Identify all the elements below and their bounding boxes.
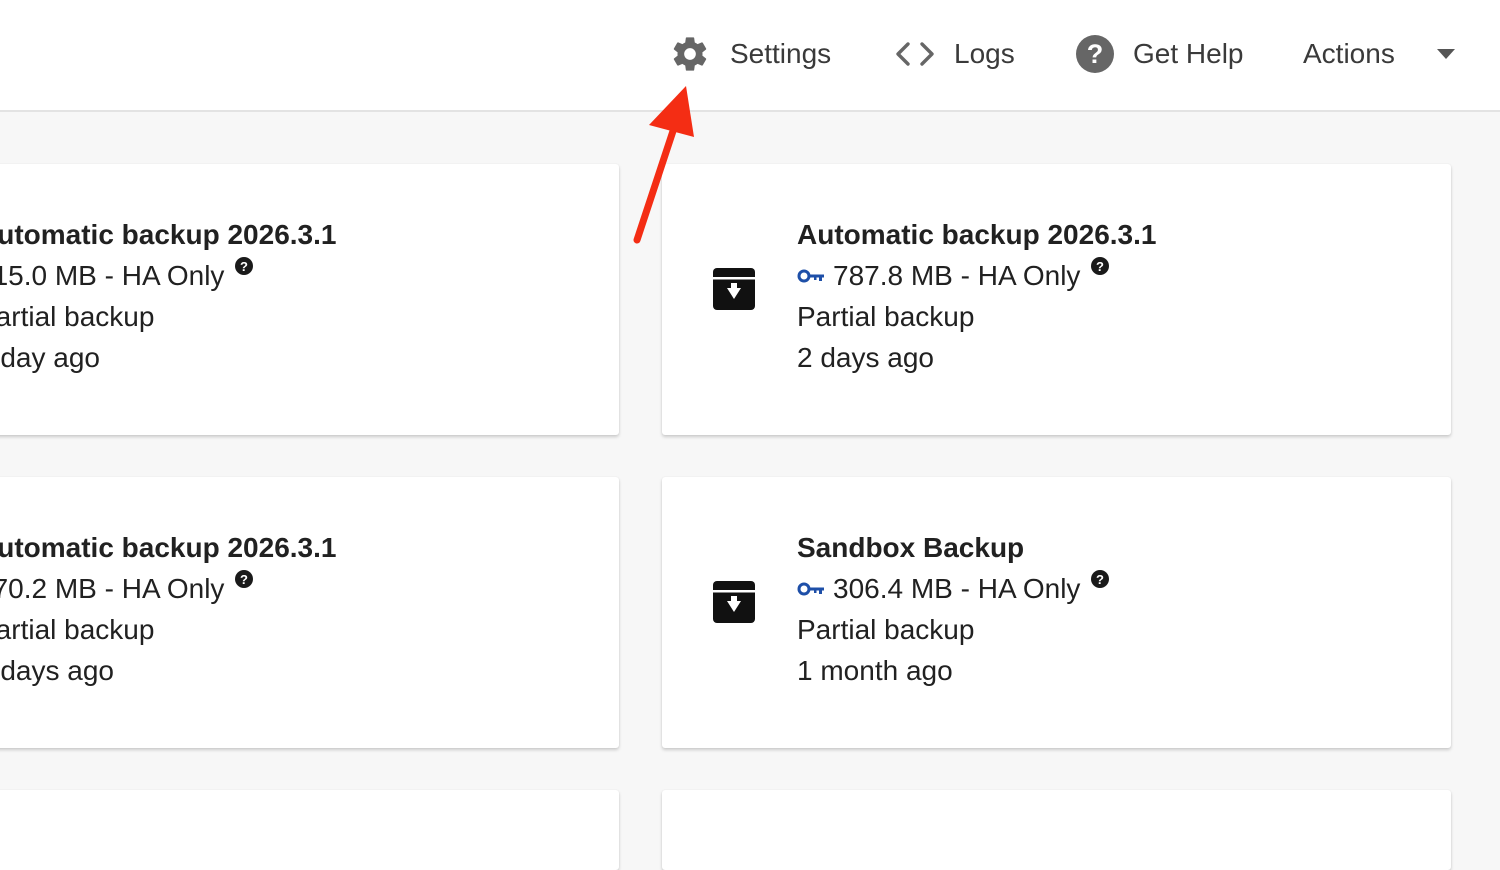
key-icon xyxy=(797,581,825,597)
backup-type: Partial backup xyxy=(797,614,975,645)
backup-name: Sandbox Backup xyxy=(797,532,1025,563)
archive-download-icon xyxy=(712,580,756,629)
backup-size: 787.8 MB - HA Only xyxy=(833,260,1081,291)
actions-label: Actions xyxy=(1303,38,1395,69)
backup-card[interactable] xyxy=(0,790,619,870)
backup-type: Partial backup xyxy=(797,301,975,332)
settings-label: Settings xyxy=(730,38,832,69)
backup-size: 815.0 MB - HA Only xyxy=(0,260,225,291)
info-icon[interactable]: ? xyxy=(1090,569,1110,589)
backup-name: Automatic backup 2026.3.1 xyxy=(0,219,337,250)
archive-download-icon xyxy=(712,267,756,316)
backup-card[interactable]: Automatic backup 2026.3.1 815.0 MB - HA … xyxy=(0,164,619,435)
backup-details: Automatic backup 2026.3.1 770.2 MB - HA … xyxy=(0,527,336,691)
svg-text:?: ? xyxy=(1096,572,1104,587)
backup-card[interactable]: Sandbox Backup 306.4 MB - HA Only ? Part… xyxy=(662,477,1451,748)
backup-size: 770.2 MB - HA Only xyxy=(0,573,225,604)
logs-label: Logs xyxy=(954,38,1015,69)
backup-name: Automatic backup 2026.3.1 xyxy=(0,532,337,563)
backup-age: 2 days ago xyxy=(0,655,114,686)
logs-button[interactable]: Logs xyxy=(893,30,1015,78)
backup-size-row: 306.4 MB - HA Only ? xyxy=(797,568,1110,609)
backup-details: Automatic backup 2026.3.1 787.8 MB - HA … xyxy=(797,214,1156,378)
code-icon xyxy=(893,32,937,76)
settings-button[interactable]: Settings xyxy=(668,30,831,78)
svg-text:?: ? xyxy=(1087,39,1104,69)
backup-type: Partial backup xyxy=(0,301,155,332)
top-bar: Settings Logs ? Get Help Actions xyxy=(0,0,1500,112)
info-icon[interactable]: ? xyxy=(1090,256,1110,276)
svg-text:?: ? xyxy=(240,572,248,587)
backup-age: 1 day ago xyxy=(0,342,100,373)
help-circle-icon: ? xyxy=(1073,32,1117,76)
backup-details: Automatic backup 2026.3.1 815.0 MB - HA … xyxy=(0,214,336,378)
get-help-label: Get Help xyxy=(1133,38,1244,69)
info-icon[interactable]: ? xyxy=(234,569,254,589)
svg-text:?: ? xyxy=(240,259,248,274)
backup-age: 1 month ago xyxy=(797,655,953,686)
backup-details: Sandbox Backup 306.4 MB - HA Only ? Part… xyxy=(797,527,1110,691)
backup-size-row: 770.2 MB - HA Only ? xyxy=(0,568,336,609)
backup-size-row: 815.0 MB - HA Only ? xyxy=(0,255,336,296)
backup-card[interactable]: Automatic backup 2026.3.1 770.2 MB - HA … xyxy=(0,477,619,748)
info-icon[interactable]: ? xyxy=(234,256,254,276)
gear-icon xyxy=(668,32,712,76)
key-icon xyxy=(797,268,825,284)
backup-card[interactable]: Automatic backup 2026.3.1 787.8 MB - HA … xyxy=(662,164,1451,435)
get-help-button[interactable]: ? Get Help xyxy=(1073,30,1244,78)
backup-type: Partial backup xyxy=(0,614,155,645)
caret-down-icon xyxy=(1435,43,1457,65)
backup-size-row: 787.8 MB - HA Only ? xyxy=(797,255,1156,296)
backup-card[interactable] xyxy=(662,790,1451,870)
svg-text:?: ? xyxy=(1096,259,1104,274)
actions-dropdown[interactable]: Actions xyxy=(1303,30,1457,78)
backup-age: 2 days ago xyxy=(797,342,934,373)
backup-size: 306.4 MB - HA Only xyxy=(833,573,1081,604)
backup-name: Automatic backup 2026.3.1 xyxy=(797,219,1157,250)
